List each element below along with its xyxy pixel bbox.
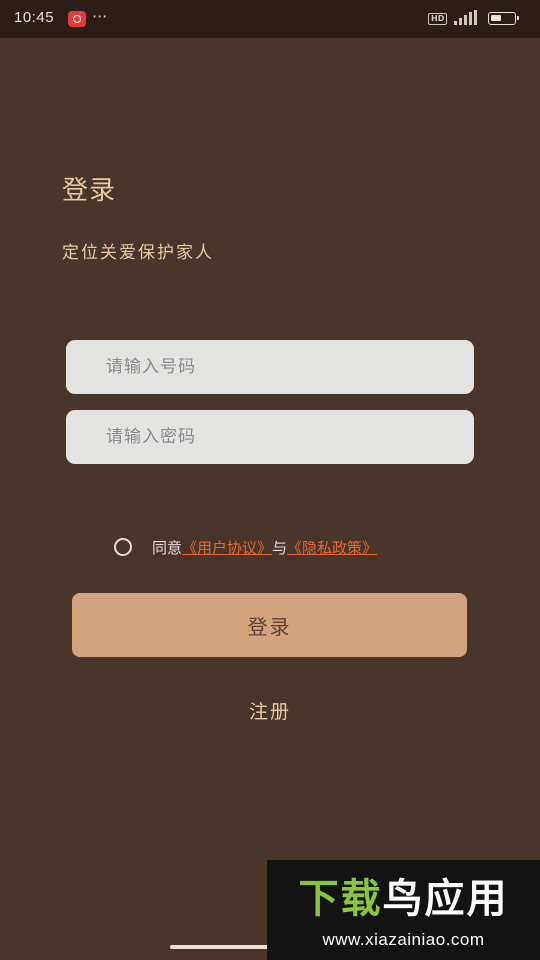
signal-icon [454,10,477,25]
password-input[interactable] [66,410,474,464]
login-button[interactable]: 登录 [72,593,467,657]
watermark-logo-part1: 下载 [298,876,383,922]
register-link[interactable]: 注册 [0,697,540,724]
more-notifications-icon: ··· [92,7,108,26]
watermark-url: www.xiazainiao.com [322,930,485,949]
agree-prefix: 同意 [152,538,183,557]
agreement-row: 同意 《用户协议》 与 《隐私政策》 [114,536,377,558]
battery-icon [488,12,519,25]
password-input-container [66,410,474,464]
hd-icon: HD [428,13,448,25]
watermark: 下载鸟应用 www.xiazainiao.com [267,860,540,960]
page-subtitle: 定位关爱保护家人 [62,243,214,263]
phone-input[interactable] [66,340,474,394]
page-title: 登录 [62,176,117,206]
app-notification-icon [68,11,86,27]
user-agreement-link[interactable]: 《用户协议》 [182,537,272,558]
agreement-join-word: 与 [272,538,288,557]
privacy-policy-link[interactable]: 《隐私政策》 [287,537,377,558]
agree-radio[interactable] [114,538,132,556]
watermark-logo-part2: 鸟应用 [382,876,509,922]
phone-input-container [66,340,474,394]
status-time: 10:45 [14,9,55,26]
watermark-logo: 下载鸟应用 [267,866,540,924]
status-bar: 10:45 ··· HD [0,0,540,38]
